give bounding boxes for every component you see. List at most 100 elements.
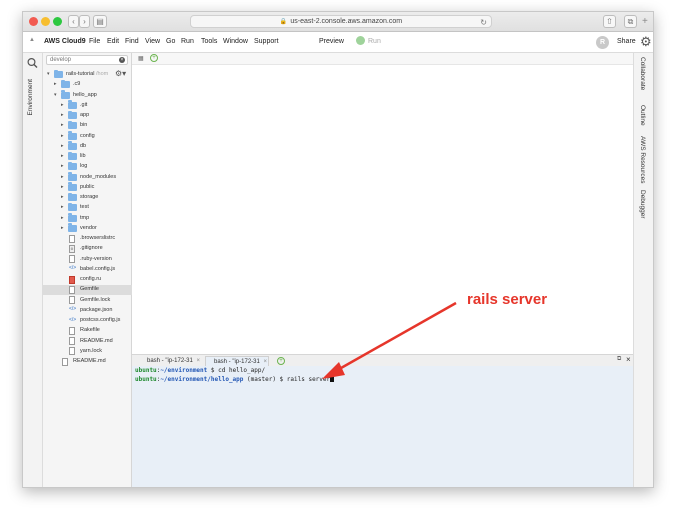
tree-file-item[interactable]: config.ru (43, 275, 132, 285)
terminal[interactable]: ubuntu:~/environment $ cd hello_app/ ubu… (132, 366, 633, 487)
tree-file-item[interactable]: Gemfile.lock (43, 296, 132, 306)
tree-file-item[interactable]: Gemfile (43, 285, 132, 296)
file-icon (69, 234, 75, 243)
tree-file-item[interactable]: README.md (43, 337, 132, 347)
tree-folder-item[interactable]: ▸ lib (43, 151, 132, 162)
expand-arrow-icon[interactable]: ▾ (47, 71, 50, 77)
pane-menu-icon[interactable]: ▦ (138, 55, 144, 62)
maximize-pane-icon[interactable]: ⧉ (617, 356, 621, 363)
collapse-menu-icon[interactable]: ▲ (29, 37, 35, 43)
search-icon[interactable] (26, 56, 39, 68)
forward-button[interactable]: › (79, 15, 90, 28)
avatar[interactable]: R (596, 36, 609, 49)
tab-aws-resources[interactable]: AWS Resources (639, 136, 646, 183)
tree-folder-item[interactable]: ▸ bin (43, 120, 132, 131)
tree-file-item[interactable]: yarn.lock (43, 347, 132, 357)
tree-folder-item[interactable]: ▸ node_modules (43, 172, 132, 183)
new-tab-button[interactable]: + (642, 16, 653, 28)
expand-arrow-icon[interactable]: ▸ (61, 143, 64, 149)
file-icon (69, 285, 75, 294)
expand-arrow-icon[interactable]: ▸ (61, 102, 64, 108)
expand-arrow-icon[interactable]: ▸ (61, 163, 64, 169)
tab-collaborate[interactable]: Collaborate (639, 57, 646, 90)
tree-root[interactable]: ▾ rails-tutorial/hom ⚙▾ (43, 69, 132, 80)
close-tab-icon[interactable]: × (197, 358, 201, 364)
menu-run[interactable]: Run (181, 38, 194, 45)
tree-folder-item[interactable]: ▸ .git (43, 100, 132, 111)
new-tab-icon[interactable]: + (150, 54, 158, 62)
expand-arrow-icon[interactable]: ▸ (61, 122, 64, 128)
tree-file-item[interactable]: </> postcss.config.js (43, 316, 132, 326)
menu-edit[interactable]: Edit (107, 38, 119, 45)
tree-folder-item[interactable]: ▸ public (43, 182, 132, 193)
tabs-overview-icon[interactable]: ⧉ (624, 15, 637, 28)
menu-support[interactable]: Support (254, 38, 279, 45)
expand-arrow-icon[interactable]: ▸ (61, 204, 64, 210)
tree-settings-gear-icon[interactable]: ⚙▾ (115, 69, 126, 78)
tree-file-item[interactable]: ⚙ .gitignore (43, 244, 132, 254)
editor-tab-bar: ▦ + (132, 53, 633, 65)
menu-file[interactable]: File (89, 38, 100, 45)
tree-file-item[interactable]: Rakefile (43, 326, 132, 336)
file-tree: develop × ▾ rails-tutorial/hom ⚙▾ ▸ .c9 ▾ hell… (43, 53, 132, 487)
run-icon[interactable] (356, 36, 365, 45)
sidebar-toggle-icon[interactable]: ▤ (93, 15, 107, 28)
new-terminal-icon[interactable]: + (277, 356, 285, 365)
expand-arrow-icon[interactable]: ▸ (61, 174, 64, 180)
tree-folder-item[interactable]: ▸ test (43, 202, 132, 213)
tree-folder-item[interactable]: ▾ hello_app (43, 90, 132, 101)
menu-go[interactable]: Go (166, 38, 175, 45)
clear-search-icon[interactable]: × (119, 57, 125, 63)
tree-file-item[interactable]: </> babel.config.js (43, 265, 132, 275)
menu-view[interactable]: View (145, 38, 160, 45)
close-pane-icon[interactable]: × (626, 355, 631, 364)
tree-folder-item[interactable]: ▸ .c9 (43, 79, 132, 90)
tree-item-label: Gemfile.lock (80, 296, 111, 303)
brand-menu[interactable]: AWS Cloud9 (44, 38, 86, 45)
menu-window[interactable]: Window (223, 38, 248, 45)
preview-button[interactable]: Preview (319, 38, 344, 45)
back-button[interactable]: ‹ (68, 15, 79, 28)
expand-arrow-icon[interactable]: ▸ (61, 184, 64, 190)
tree-file-item[interactable]: </> package.json (43, 306, 132, 316)
tree-file-item[interactable]: .browserslistrc (43, 234, 132, 244)
tree-folder-item[interactable]: ▸ vendor (43, 223, 132, 234)
share-page-icon[interactable]: ⇧ (603, 15, 616, 28)
tree-folder-item[interactable]: ▸ log (43, 161, 132, 172)
expand-arrow-icon[interactable]: ▸ (61, 225, 64, 231)
file-search-input[interactable]: develop × (46, 55, 128, 65)
zoom-window-button[interactable] (53, 17, 62, 26)
tree-item-label: config.ru (80, 276, 102, 282)
tab-outline[interactable]: Outline (639, 105, 646, 126)
share-button[interactable]: Share (617, 38, 636, 45)
tab-debugger[interactable]: Debugger (639, 190, 646, 219)
run-button[interactable]: Run (368, 38, 381, 45)
expand-arrow-icon[interactable]: ▸ (61, 133, 64, 139)
tree-file-item[interactable]: .ruby-version (43, 255, 132, 265)
settings-gear-icon[interactable]: ⚙ (640, 34, 652, 50)
tree-item-label: Gemfile (80, 286, 99, 293)
file-search-value: develop (50, 57, 72, 63)
expand-arrow-icon[interactable]: ▸ (54, 81, 57, 87)
tree-folder-item[interactable]: ▸ storage (43, 192, 132, 203)
menu-find[interactable]: Find (125, 38, 139, 45)
expand-arrow-icon[interactable]: ▸ (61, 112, 64, 118)
close-window-button[interactable] (29, 17, 38, 26)
expand-arrow-icon[interactable]: ▾ (54, 92, 57, 98)
minimize-window-button[interactable] (41, 17, 50, 26)
expand-arrow-icon[interactable]: ▸ (61, 153, 64, 159)
reload-icon[interactable]: ↻ (480, 17, 487, 28)
close-tab-icon[interactable]: × (264, 359, 268, 365)
expand-arrow-icon[interactable]: ▸ (61, 215, 64, 221)
expand-arrow-icon[interactable]: ▸ (61, 194, 64, 200)
tab-environment[interactable]: Environment (27, 79, 34, 116)
tree-folder-item[interactable]: ▸ config (43, 131, 132, 142)
tree-folder-item[interactable]: ▸ tmp (43, 213, 132, 224)
tree-folder-item[interactable]: ▸ db (43, 141, 132, 152)
tree-folder-item[interactable]: ▸ app (43, 110, 132, 121)
menu-tools[interactable]: Tools (201, 38, 217, 45)
address-bar[interactable]: 🔒 us-east-2.console.aws.amazon.com ↻ (190, 15, 492, 28)
tree-item-label: postcss.config.js (80, 317, 121, 323)
tree-file-item[interactable]: README.md (43, 357, 132, 367)
folder-icon (68, 213, 77, 222)
